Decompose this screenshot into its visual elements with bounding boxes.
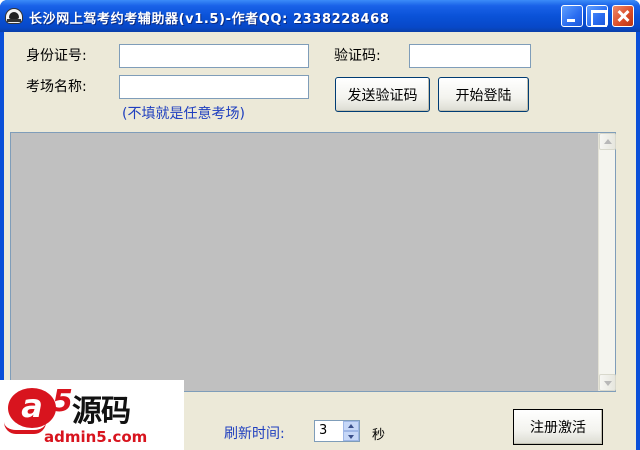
captcha-label: 验证码:: [334, 48, 381, 64]
window-title: 长沙网上驾考约考辅助器(v1.5)-作者QQ: 2338228468: [29, 12, 390, 27]
logo-name: 源码: [72, 394, 131, 429]
venue-label: 考场名称:: [26, 79, 87, 95]
watermark-url: admin5.com: [44, 428, 148, 446]
maximize-icon[interactable]: [586, 5, 608, 27]
register-activate-button[interactable]: 注册激活: [513, 409, 603, 445]
send-captcha-button[interactable]: 发送验证码: [335, 77, 430, 112]
refresh-time-label: 刷新时间:: [224, 426, 285, 442]
logo-5-mark: 5: [52, 384, 73, 419]
vertical-scrollbar[interactable]: [598, 133, 616, 391]
close-icon[interactable]: [612, 5, 634, 27]
refresh-interval-value[interactable]: 3: [319, 423, 327, 438]
captcha-input[interactable]: [409, 44, 531, 68]
id-number-label: 身份证号:: [26, 48, 87, 64]
scroll-down-icon[interactable]: [599, 374, 616, 391]
title-bar[interactable]: 长沙网上驾考约考辅助器(v1.5)-作者QQ: 2338228468: [0, 0, 640, 32]
refresh-interval-spinner[interactable]: 3: [314, 420, 360, 442]
start-login-button[interactable]: 开始登陆: [438, 77, 529, 112]
minimize-icon[interactable]: [561, 5, 583, 27]
watermark-logo: a 5 源码 admin5.com: [0, 380, 184, 450]
logo-a-mark: a: [8, 388, 56, 428]
id-number-input[interactable]: [119, 44, 309, 68]
venue-input[interactable]: [119, 75, 309, 99]
app-icon: [5, 8, 23, 24]
seconds-unit-label: 秒: [372, 428, 386, 443]
scroll-up-icon[interactable]: [599, 133, 616, 150]
venue-hint: (不填就是任意考场): [122, 106, 245, 122]
spin-down-icon[interactable]: [343, 431, 359, 441]
log-output-area[interactable]: [10, 132, 616, 392]
spin-up-icon[interactable]: [343, 421, 359, 431]
app-window: 长沙网上驾考约考辅助器(v1.5)-作者QQ: 2338228468 身份证号:…: [0, 0, 640, 450]
